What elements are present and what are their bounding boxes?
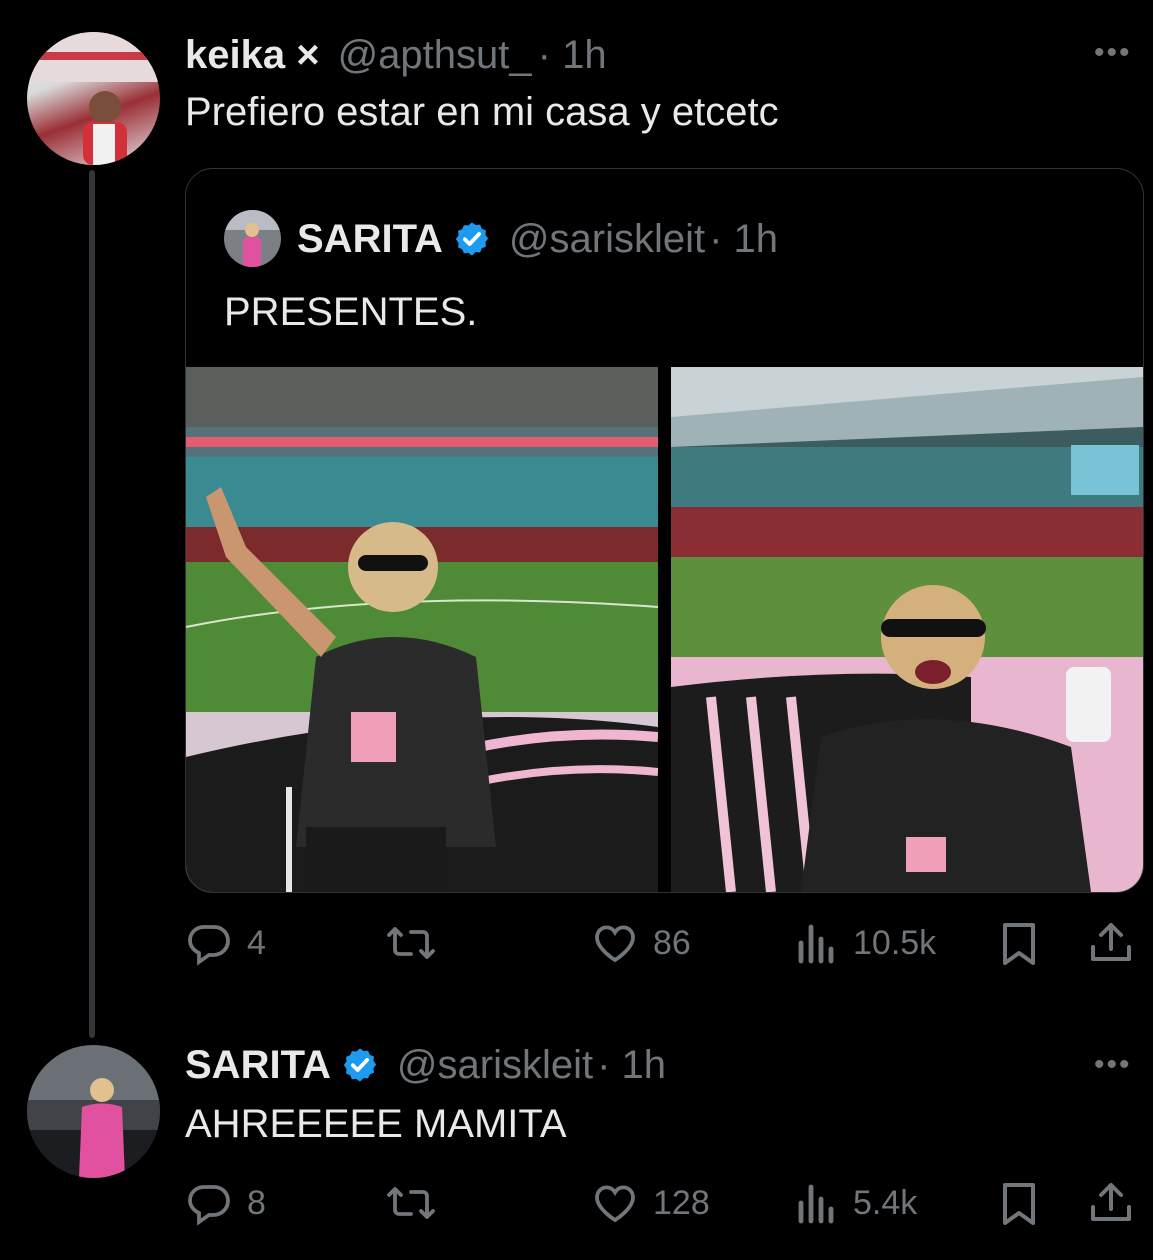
avatar-keika[interactable]: [27, 32, 160, 165]
views-icon: [798, 1184, 834, 1224]
tweet1-more-icon[interactable]: •••: [1094, 36, 1132, 70]
reply-icon: [188, 1185, 230, 1226]
tweet2-share-button[interactable]: [1087, 1173, 1135, 1233]
tweet1-reply-count: 4: [247, 923, 266, 962]
reply-icon: [188, 925, 230, 966]
repost-icon: [387, 1187, 435, 1219]
quote-avatar-sarita[interactable]: [224, 210, 281, 267]
quote-time[interactable]: · 1h: [709, 217, 778, 262]
tweet1-share-button[interactable]: [1087, 913, 1135, 973]
tweet1-time[interactable]: · 1h: [538, 33, 607, 78]
quoted-tweet-card[interactable]: SARITA @sariskleit · 1h PRESENTES.: [185, 168, 1144, 893]
tweet2-more-icon[interactable]: •••: [1094, 1048, 1132, 1082]
tweet1-actions: 4 86 10.5k: [185, 913, 1137, 973]
tweet2-actions: 8 128 5.4k: [185, 1173, 1137, 1233]
tweet2-reply-button[interactable]: 8: [185, 1173, 266, 1233]
tweet1-repost-button[interactable]: [385, 913, 451, 973]
tweet2-text: AHREEEEE MAMITA: [185, 1102, 567, 1146]
quote-photo-2[interactable]: [671, 367, 1143, 892]
tweet2-like-button[interactable]: 128: [591, 1173, 710, 1233]
tweet2-display-name[interactable]: SARITA: [185, 1043, 331, 1088]
quote-handle[interactable]: @sariskleit: [509, 217, 705, 262]
avatar-sarita-image: [27, 1045, 160, 1178]
like-icon: [595, 925, 635, 963]
tweet1-views-button[interactable]: 10.5k: [795, 913, 936, 973]
quote-photo-1[interactable]: [186, 367, 658, 892]
tweet2-view-count: 5.4k: [853, 1183, 918, 1222]
tweet2-repost-button[interactable]: [385, 1173, 451, 1233]
tweet1-text: Prefiero estar en mi casa y etcetc: [185, 90, 779, 134]
verified-badge-icon: [343, 1048, 377, 1082]
tweet1-reply-button[interactable]: 4: [185, 913, 266, 973]
thread-line: [89, 170, 95, 1038]
share-icon: [1091, 1183, 1131, 1221]
tweet1-handle[interactable]: @apthsut_: [338, 33, 532, 78]
tweet1-bookmark-button[interactable]: [997, 913, 1041, 973]
quote-display-name[interactable]: SARITA: [297, 217, 443, 262]
tweet2-bookmark-button[interactable]: [997, 1173, 1041, 1233]
like-icon: [595, 1185, 635, 1223]
bookmark-icon: [1003, 923, 1035, 965]
tweet2-reply-count: 8: [247, 1183, 266, 1222]
tweet2-header: SARITA @sariskleit · 1h: [185, 1040, 666, 1090]
tweet1-like-button[interactable]: 86: [591, 913, 691, 973]
quote-header: SARITA @sariskleit · 1h: [297, 214, 778, 264]
verified-badge-icon: [455, 222, 489, 256]
repost-icon: [387, 927, 435, 959]
quote-text: PRESENTES.: [224, 290, 478, 334]
quote-avatar-image: [224, 210, 281, 267]
avatar-keika-image: [27, 32, 160, 165]
tweet1-view-count: 10.5k: [853, 923, 937, 962]
tweet1-like-count: 86: [653, 923, 691, 962]
bookmark-icon: [1003, 1183, 1035, 1225]
tweet2-handle[interactable]: @sariskleit: [397, 1043, 593, 1088]
quote-photo-2-image: [671, 367, 1143, 892]
quote-photo-1-image: [186, 367, 658, 892]
tweet1-display-name[interactable]: keika ×: [185, 33, 320, 78]
tweet2-like-count: 128: [653, 1183, 710, 1222]
views-icon: [798, 924, 834, 964]
tweet1-header: keika × @apthsut_ · 1h: [185, 30, 607, 80]
share-icon: [1091, 923, 1131, 961]
tweet2-views-button[interactable]: 5.4k: [795, 1173, 917, 1233]
tweet2-time[interactable]: · 1h: [597, 1043, 666, 1088]
avatar-sarita[interactable]: [27, 1045, 160, 1178]
